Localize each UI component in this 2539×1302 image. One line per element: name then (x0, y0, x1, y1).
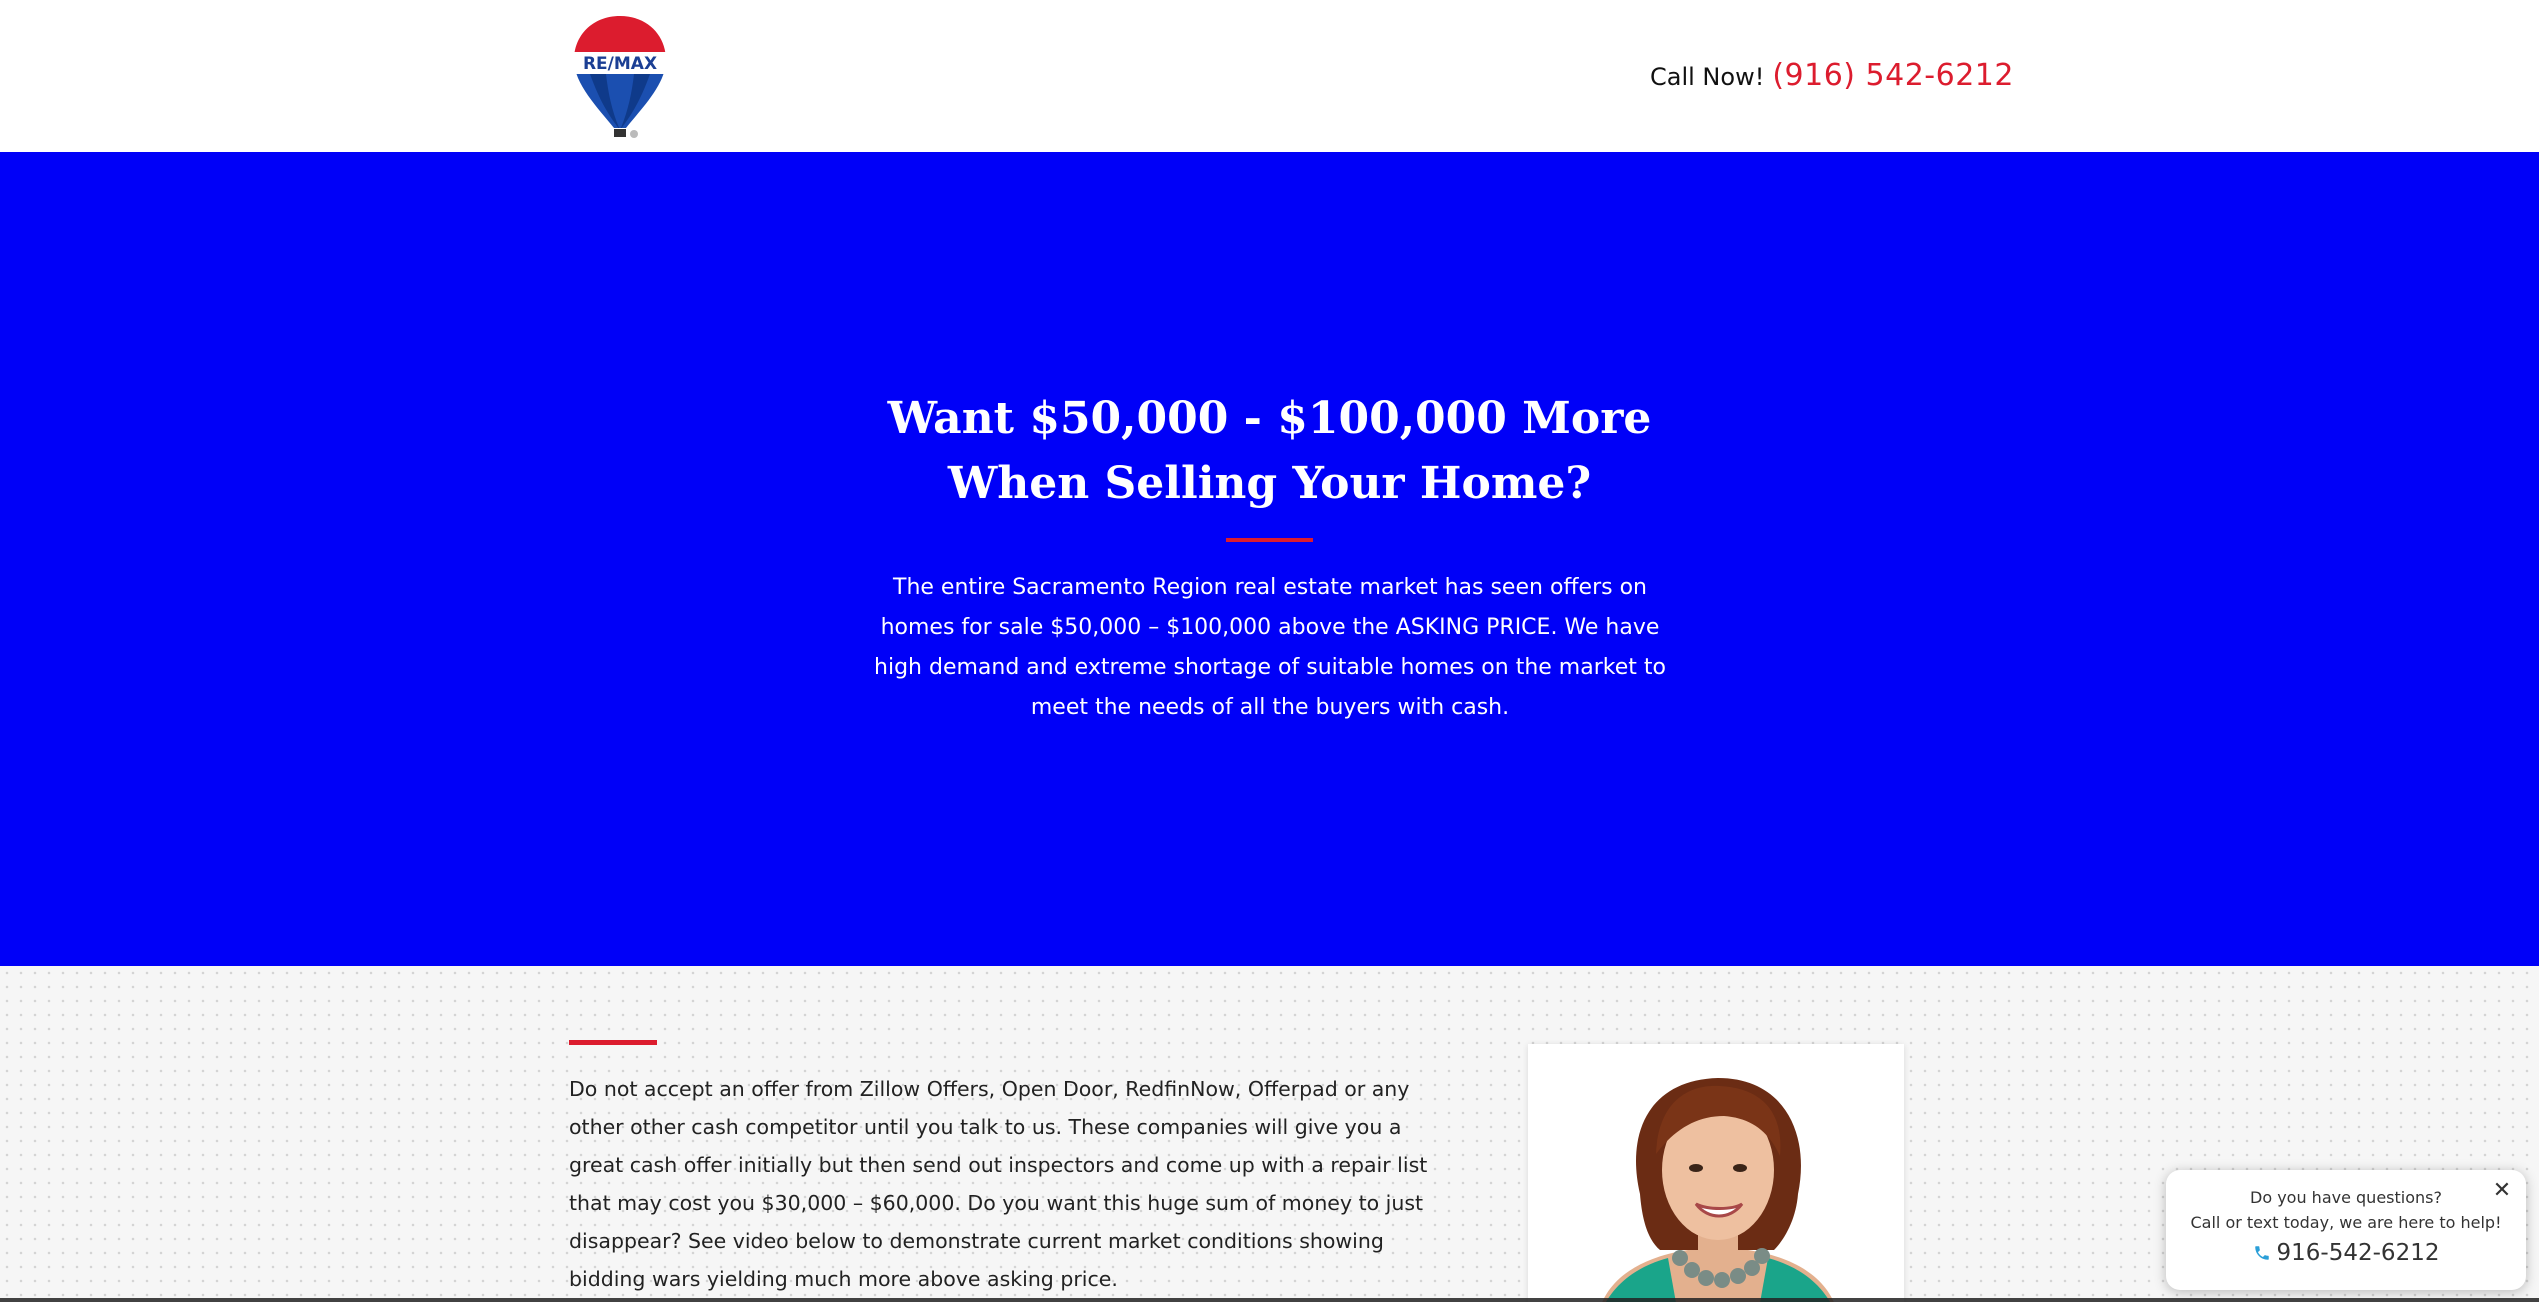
agent-photo (1528, 1044, 1904, 1302)
hero-title: Want $50,000 - $100,000 More When Sellin… (0, 386, 2539, 516)
site-header: RE/MAX Call Now! (916) 542-6212 (0, 0, 2539, 152)
hero-description: The entire Sacramento Region real estate… (874, 575, 1666, 720)
phone-icon (2254, 1246, 2269, 1260)
hero-title-line-2: When Selling Your Home? (947, 458, 1592, 509)
content-section: Do not accept an offer from Zillow Offer… (0, 966, 2539, 1302)
remax-logo[interactable]: RE/MAX (570, 12, 670, 140)
bottom-border (0, 1298, 2539, 1302)
content-divider (569, 1040, 657, 1045)
call-now: Call Now! (916) 542-6212 (1650, 58, 2014, 98)
hero-title-line-1: Want $50,000 - $100,000 More (887, 393, 1652, 444)
chat-widget[interactable]: ✕ Do you have questions? Call or text to… (2166, 1170, 2526, 1290)
chat-phone-link[interactable]: 916-542-6212 (2277, 1240, 2440, 1266)
call-now-label: Call Now! (1650, 63, 1765, 91)
hero-divider (1226, 538, 1313, 542)
content-paragraph: Do not accept an offer from Zillow Offer… (569, 1077, 1428, 1291)
svg-text:RE/MAX: RE/MAX (583, 54, 657, 74)
hero-section: Want $50,000 - $100,000 More When Sellin… (0, 152, 2539, 966)
header-phone-link[interactable]: (916) 542-6212 (1772, 58, 2014, 93)
chat-subtitle: Call or text today, we are here to help! (2190, 1213, 2502, 1232)
chat-phone[interactable]: 916-542-6212 (2166, 1240, 2526, 1266)
chat-question: Do you have questions? (2250, 1188, 2442, 1207)
remax-balloon-logo: RE/MAX (574, 16, 666, 138)
agent-portrait-image (1528, 1044, 1904, 1302)
